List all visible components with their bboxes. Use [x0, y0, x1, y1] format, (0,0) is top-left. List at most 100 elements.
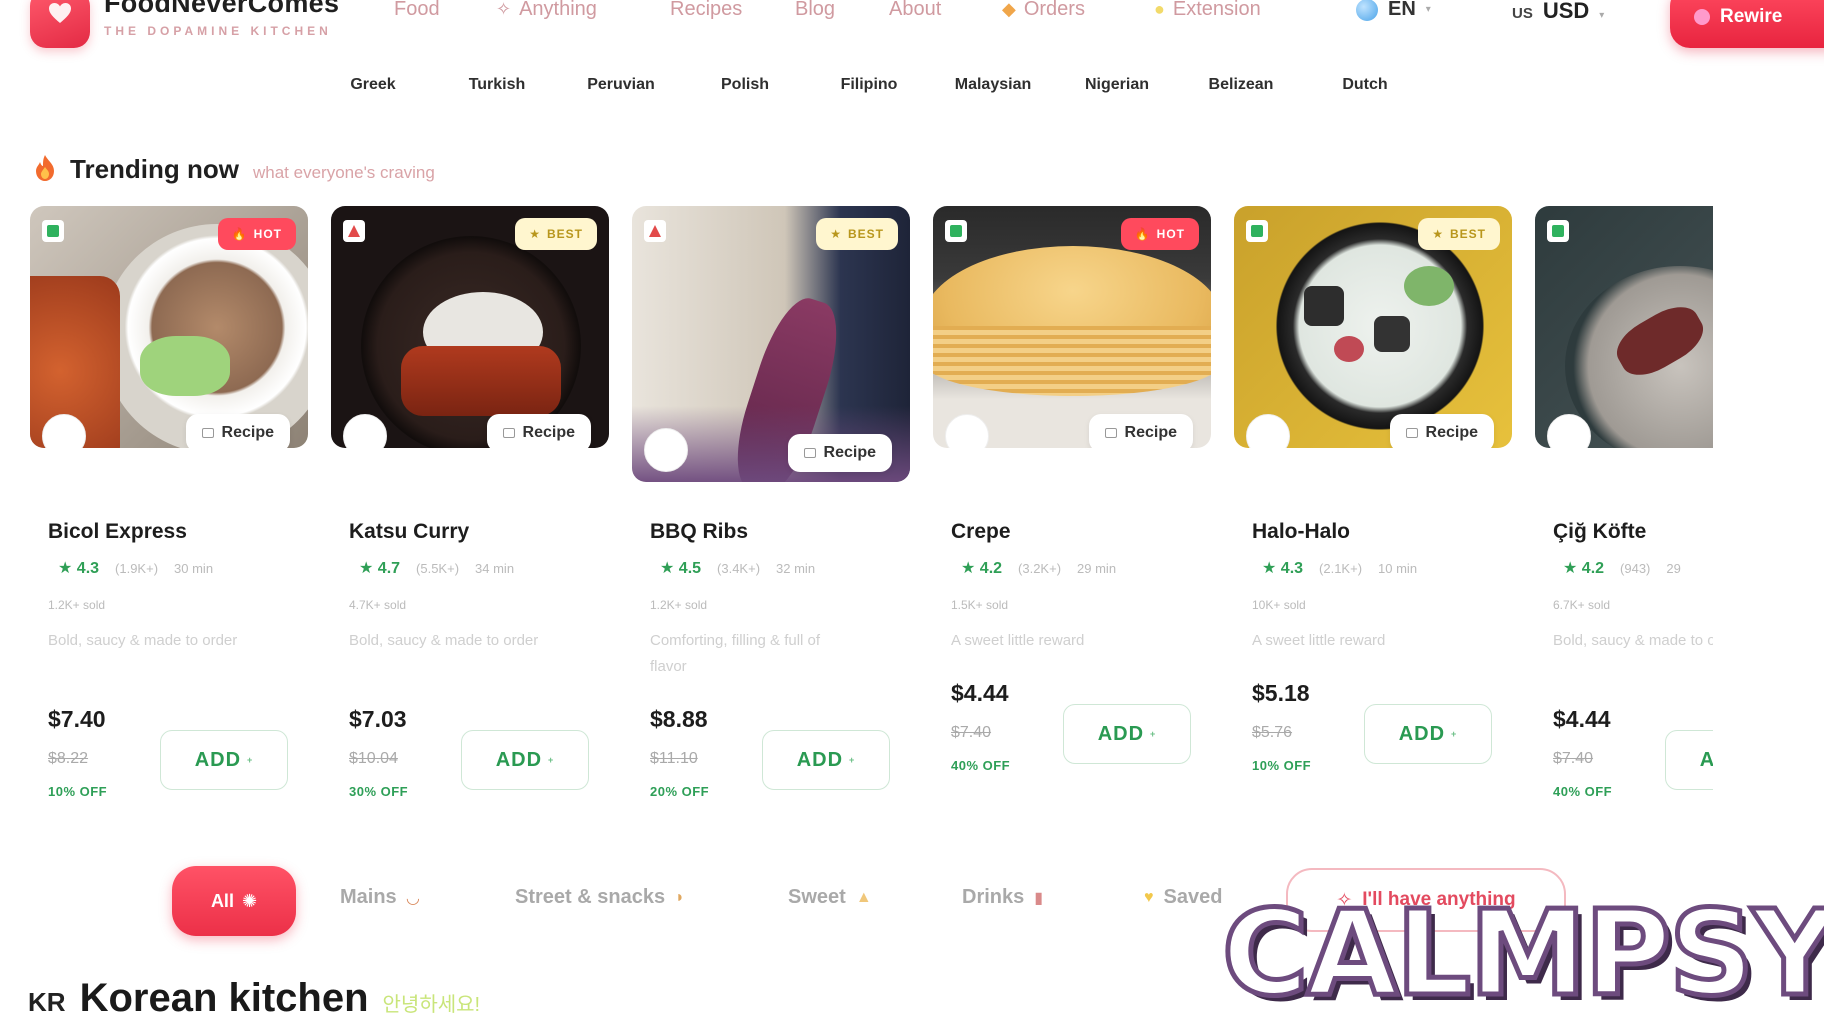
dish-name[interactable]: Çiğ Köfte: [1553, 520, 1646, 544]
watermark-logo: CALMPSY: [1219, 882, 1824, 1025]
add-button[interactable]: ADD+: [160, 730, 288, 790]
food-image[interactable]: [1535, 206, 1713, 448]
best-badge: ★ BEST: [515, 218, 597, 250]
favorite-button[interactable]: [1246, 414, 1290, 448]
dish-name[interactable]: Bicol Express: [48, 520, 187, 544]
chevron-down-icon: ▾: [1425, 4, 1431, 15]
dish-name[interactable]: Halo-Halo: [1252, 520, 1350, 544]
badge-label: HOT: [1156, 227, 1185, 241]
add-button[interactable]: ADD+: [1364, 704, 1492, 764]
old-price: $10.04: [349, 750, 398, 767]
recipe-button[interactable]: Recipe: [1088, 414, 1193, 448]
review-count: (943): [1620, 561, 1651, 576]
sold-count: 1.2K+ sold: [650, 598, 708, 612]
tab-all[interactable]: All ✺: [172, 866, 296, 936]
food-image[interactable]: 🔥 HOT Recipe: [30, 206, 308, 448]
currency-label: USD: [1542, 0, 1590, 23]
dish-name[interactable]: Katsu Curry: [349, 520, 469, 544]
section-title: Korean kitchen: [79, 976, 369, 1020]
food-image[interactable]: ★ BEST Recipe: [331, 206, 609, 448]
nav-food[interactable]: Food: [394, 0, 440, 21]
recipe-button[interactable]: Recipe: [787, 434, 892, 472]
cuisine-turkish[interactable]: Turkish: [469, 76, 526, 94]
drink-icon: ▮: [1034, 889, 1044, 907]
recipe-button[interactable]: Recipe: [1389, 414, 1494, 448]
dish-meta: ★ 4.7 (5.5K+) 34 min: [359, 558, 514, 578]
nav-food-label: Food: [394, 0, 440, 20]
nav-blog[interactable]: Blog: [795, 0, 835, 21]
brand-name[interactable]: FoodNeverComes: [104, 0, 339, 19]
cuisine-filipino[interactable]: Filipino: [841, 76, 898, 94]
dish-name[interactable]: Crepe: [951, 520, 1011, 544]
recipe-label: Recipe: [1124, 424, 1177, 441]
food-card[interactable]: Çiğ Köfte ★ 4.2 (943) 29 6.7K+ sold Bold, …: [1535, 206, 1713, 826]
dish-description: A sweet little reward: [1252, 632, 1386, 649]
cuisine-belizean[interactable]: Belizean: [1209, 76, 1274, 94]
tab-drinks[interactable]: Drinks ▮: [962, 886, 1043, 909]
nav-about[interactable]: About: [889, 0, 941, 21]
puzzle-icon: ●: [1154, 0, 1165, 19]
food-card[interactable]: ★ BEST Recipe BBQ Ribs ★ 4.5 (3.4K+) 32 min…: [632, 206, 910, 826]
rating: ★ 4.5: [660, 560, 702, 577]
currency-selector[interactable]: US USD ▾: [1512, 0, 1604, 24]
old-price: $7.40: [1553, 750, 1594, 767]
sparkle-icon: ✧: [496, 0, 512, 19]
food-card[interactable]: 🔥 HOT Recipe Bicol Express ★ 4.3 (1.9K+) 30…: [30, 206, 308, 826]
dish-description: A sweet little reward: [951, 632, 1085, 649]
food-card[interactable]: 🔥 HOT Recipe Crepe ★ 4.2 (3.2K+) 29 min 1.5…: [933, 206, 1211, 826]
cuisine-peruvian[interactable]: Peruvian: [587, 76, 655, 94]
rewire-label: Rewire: [1720, 6, 1783, 27]
sold-count: 10K+ sold: [1252, 598, 1306, 612]
add-button[interactable]: ADD+: [762, 730, 890, 790]
dish-name[interactable]: BBQ Ribs: [650, 520, 748, 544]
dish-meta: ★ 4.3 (2.1K+) 10 min: [1262, 558, 1417, 578]
language-selector[interactable]: EN ▾: [1356, 0, 1431, 21]
cuisine-malaysian[interactable]: Malaysian: [955, 76, 1031, 94]
nav-recipes-label: Recipes: [670, 0, 743, 20]
recipe-button[interactable]: Recipe: [185, 414, 290, 448]
add-label: ADD: [495, 748, 543, 771]
veg-badge-icon: [945, 220, 967, 242]
hot-badge: 🔥 HOT: [1120, 218, 1199, 250]
nav-recipes[interactable]: Recipes: [670, 0, 742, 21]
food-image[interactable]: 🔥 HOT Recipe: [933, 206, 1211, 448]
rewire-button[interactable]: Rewire: [1670, 0, 1824, 48]
add-label: ADD: [796, 748, 844, 771]
favorite-button[interactable]: [945, 414, 989, 448]
cuisine-polish[interactable]: Polish: [721, 76, 769, 94]
add-button[interactable]: ADD+: [1063, 704, 1191, 764]
jelly-graphic: [1374, 316, 1410, 352]
old-price: $8.22: [48, 750, 89, 767]
food-card[interactable]: ★ BEST Recipe Katsu Curry ★ 4.7 (5.5K+) 34 …: [331, 206, 609, 826]
cuisine-greek[interactable]: Greek: [350, 76, 395, 94]
nav-anything[interactable]: ✧ Anything: [496, 0, 597, 21]
tab-mains[interactable]: Mains ◡: [340, 886, 419, 909]
cuisine-nigerian[interactable]: Nigerian: [1085, 76, 1149, 94]
dish-meta: ★ 4.2 (3.2K+) 29 min: [961, 558, 1116, 578]
food-image[interactable]: ★ BEST Recipe: [632, 206, 910, 482]
nav-orders-label: Orders: [1023, 0, 1085, 20]
sparkle-icon: ✺: [241, 890, 258, 911]
add-button[interactable]: ADD+: [1665, 730, 1713, 790]
tab-sweet[interactable]: Sweet ▲: [788, 886, 872, 909]
discount-label: 10% OFF: [48, 784, 108, 799]
brand-logo[interactable]: [30, 0, 90, 48]
nav-extension[interactable]: ● Extension: [1154, 0, 1261, 21]
taco-icon: ◗: [675, 888, 685, 906]
nav-orders[interactable]: ◆ Orders: [1002, 0, 1085, 21]
tab-saved-label: Saved: [1163, 886, 1223, 908]
food-image[interactable]: ★ BEST Recipe: [1234, 206, 1512, 448]
sold-count: 4.7K+ sold: [349, 598, 407, 612]
tab-saved[interactable]: ♥ Saved: [1144, 886, 1222, 909]
hot-badge: 🔥 HOT: [217, 218, 296, 250]
cuisine-dutch[interactable]: Dutch: [1342, 76, 1387, 94]
favorite-button[interactable]: [644, 428, 688, 472]
tab-street-snacks[interactable]: Street & snacks ◗: [515, 886, 685, 909]
trending-carousel[interactable]: 🔥 HOT Recipe Bicol Express ★ 4.3 (1.9K+) 30…: [30, 206, 1713, 836]
food-card[interactable]: ★ BEST Recipe Halo-Halo ★ 4.3 (2.1K+) 10 mi…: [1234, 206, 1512, 826]
add-button[interactable]: ADD+: [461, 730, 589, 790]
dish-description: Bold, saucy & made to order: [48, 632, 238, 649]
recipe-button[interactable]: Recipe: [486, 414, 591, 448]
non-veg-badge-icon: [644, 220, 666, 242]
favorite-button[interactable]: [343, 414, 387, 448]
